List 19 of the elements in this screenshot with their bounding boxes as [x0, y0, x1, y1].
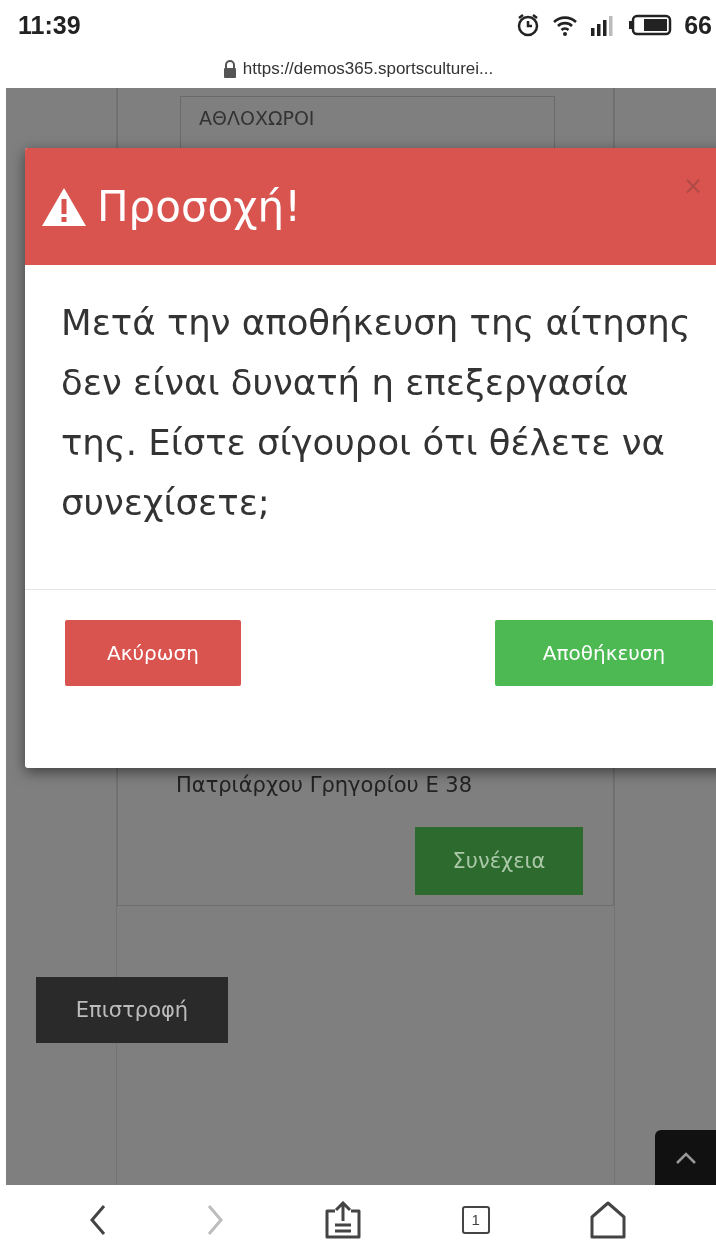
- chevron-up-icon: [674, 1150, 697, 1165]
- url-text[interactable]: https://demos365.sportsculturei...: [242, 59, 494, 79]
- save-button[interactable]: Αποθήκευση: [495, 620, 713, 686]
- battery-icon: [628, 14, 673, 36]
- dialog-title: Προσοχή!: [97, 182, 301, 231]
- back-button[interactable]: Επιστροφή: [36, 977, 228, 1043]
- battery-level: 66: [684, 10, 712, 40]
- alarm-clock-icon: [516, 13, 541, 37]
- back-icon[interactable]: [89, 1203, 108, 1236]
- share-icon[interactable]: [323, 1200, 363, 1239]
- home-icon[interactable]: [588, 1200, 627, 1239]
- dialog-message: Μετά την αποθήκευση της αίτησης δεν είναι δυνατή η επεξεργασία της. Είστε σίγουροι ότι θέλετε να συνεχίσετε;: [61, 301, 692, 525]
- lock-icon: [222, 60, 237, 78]
- wifi-icon: [552, 14, 579, 36]
- status-time: 11:39: [18, 10, 81, 40]
- tabs-button[interactable]: 1: [461, 1205, 490, 1234]
- continue-button[interactable]: Συνέχεια: [415, 827, 583, 895]
- address-text: Πατριάρχου Γρηγορίου Ε 38: [176, 773, 474, 797]
- cancel-button[interactable]: Ακύρωση: [65, 620, 241, 686]
